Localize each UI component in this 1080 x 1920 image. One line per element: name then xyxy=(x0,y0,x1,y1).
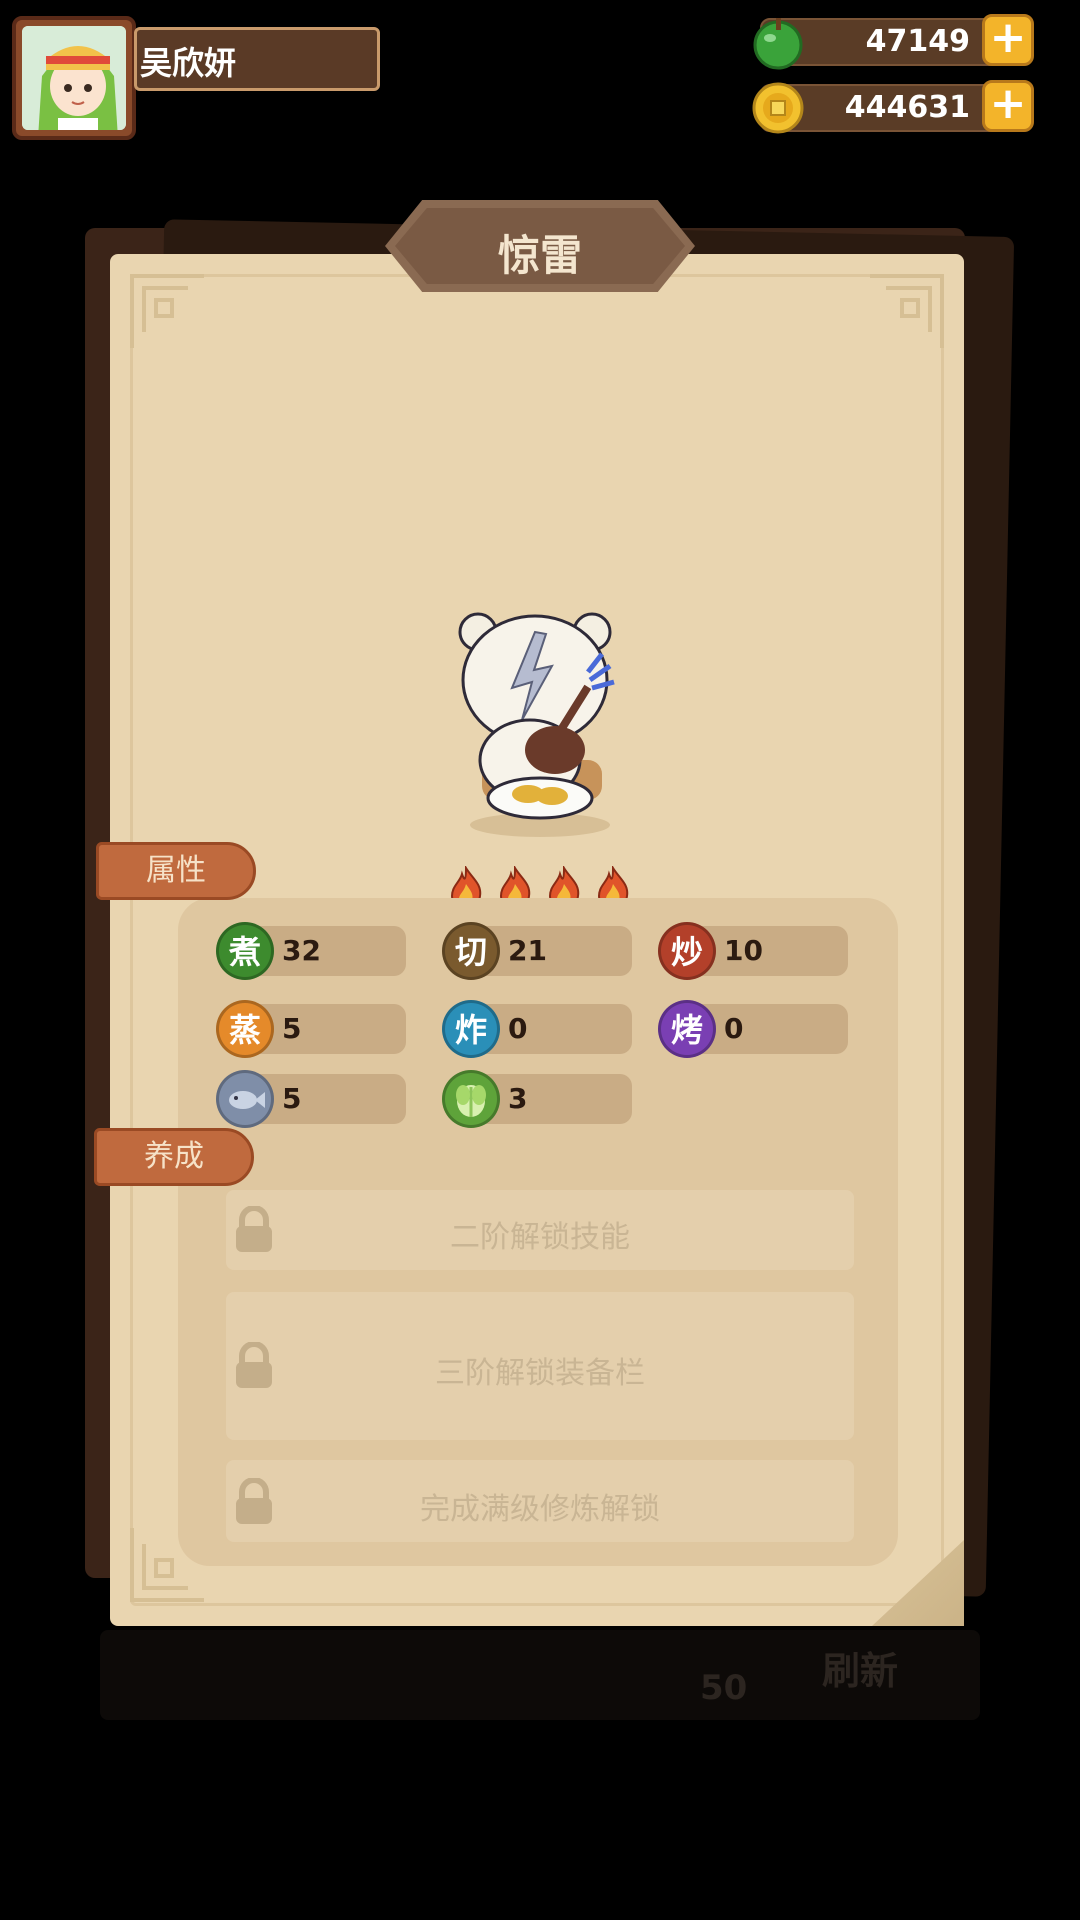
background-refresh-button: 刷新 xyxy=(822,1649,899,1693)
character-name: 惊雷 xyxy=(497,231,582,280)
stat-value: 21 xyxy=(508,934,547,967)
lock-text-equipment: 三阶解锁装备栏 xyxy=(435,1356,645,1391)
tab-attributes[interactable]: 属性 xyxy=(96,842,256,900)
stat-value: 0 xyxy=(508,1012,528,1045)
stat-icon: 炒 xyxy=(658,922,716,980)
stat-value: 3 xyxy=(508,1082,528,1115)
fish-icon xyxy=(216,1070,274,1128)
player-avatar[interactable] xyxy=(12,16,136,140)
player-name: 吴欣妍 xyxy=(140,44,237,82)
add-coin-button[interactable]: + xyxy=(982,80,1034,132)
lock-text-skill: 二阶解锁技能 xyxy=(450,1220,630,1255)
stat-value: 10 xyxy=(724,934,763,967)
tab-cultivate[interactable]: 养成 xyxy=(94,1128,254,1186)
stat-value: 32 xyxy=(282,934,321,967)
cabbage-icon xyxy=(442,1070,500,1128)
ornament-top-left xyxy=(130,274,204,348)
stat-icon: 切 xyxy=(442,922,500,980)
coin-amount: 444631 xyxy=(844,90,970,125)
character-portrait xyxy=(440,610,640,840)
avatar-portrait xyxy=(22,26,126,130)
stat-value: 0 xyxy=(724,1012,744,1045)
stat-icon: 蒸 xyxy=(216,1000,274,1058)
stat-value: 5 xyxy=(282,1082,302,1115)
lock-text-training: 完成满级修炼解锁 xyxy=(420,1492,660,1527)
add-apple-button[interactable]: + xyxy=(982,14,1034,66)
ornament-top-right xyxy=(870,274,944,348)
background-stock-count: 50 xyxy=(700,1668,748,1708)
stat-icon: 烤 xyxy=(658,1000,716,1058)
stat-icon: 炸 xyxy=(442,1000,500,1058)
apple-amount: 47149 xyxy=(865,24,970,59)
stat-value: 5 xyxy=(282,1012,302,1045)
stat-icon: 煮 xyxy=(216,922,274,980)
